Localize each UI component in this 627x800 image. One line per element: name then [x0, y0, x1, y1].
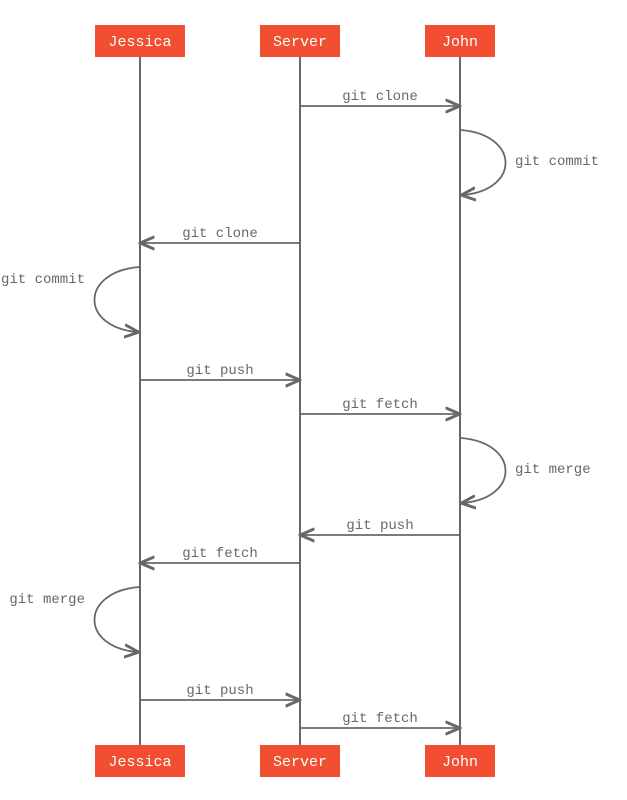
msg-label: git merge — [515, 462, 591, 478]
msg-push-john-server: git push — [302, 518, 460, 535]
actor-john-bottom: John — [425, 745, 495, 777]
msg-label: git fetch — [342, 711, 418, 727]
actor-label: Jessica — [108, 34, 171, 51]
msg-fetch-server-jessica: git fetch — [142, 546, 300, 563]
msg-push-jessica-server-2: git push — [140, 683, 298, 700]
actor-label: John — [442, 34, 478, 51]
actor-label: Server — [273, 754, 327, 771]
actor-john-top: John — [425, 25, 495, 57]
msg-commit-john: git commit — [461, 130, 599, 195]
msg-label: git fetch — [182, 546, 258, 562]
msg-label: git commit — [1, 272, 85, 288]
msg-label: git clone — [342, 89, 418, 105]
msg-fetch-server-john-2: git fetch — [300, 711, 458, 728]
msg-merge-jessica: git merge — [9, 587, 139, 652]
msg-label: git fetch — [342, 397, 418, 413]
msg-label: git push — [346, 518, 413, 534]
msg-label: git push — [186, 683, 253, 699]
sequence-diagram: Jessica Server John git clone git commit… — [0, 0, 627, 800]
msg-label: git push — [186, 363, 253, 379]
msg-label: git commit — [515, 154, 599, 170]
msg-push-jessica-server: git push — [140, 363, 298, 380]
msg-clone-server-jessica: git clone — [142, 226, 300, 243]
actor-label: Server — [273, 34, 327, 51]
msg-label: git clone — [182, 226, 258, 242]
actor-jessica-top: Jessica — [95, 25, 185, 57]
actor-label: Jessica — [108, 754, 171, 771]
actor-jessica-bottom: Jessica — [95, 745, 185, 777]
msg-merge-john: git merge — [461, 438, 591, 503]
actor-server-top: Server — [260, 25, 340, 57]
actor-label: John — [442, 754, 478, 771]
msg-label: git merge — [9, 592, 85, 608]
msg-fetch-server-john-1: git fetch — [300, 397, 458, 414]
actor-server-bottom: Server — [260, 745, 340, 777]
msg-clone-server-john: git clone — [300, 89, 458, 106]
msg-commit-jessica: git commit — [1, 267, 139, 332]
